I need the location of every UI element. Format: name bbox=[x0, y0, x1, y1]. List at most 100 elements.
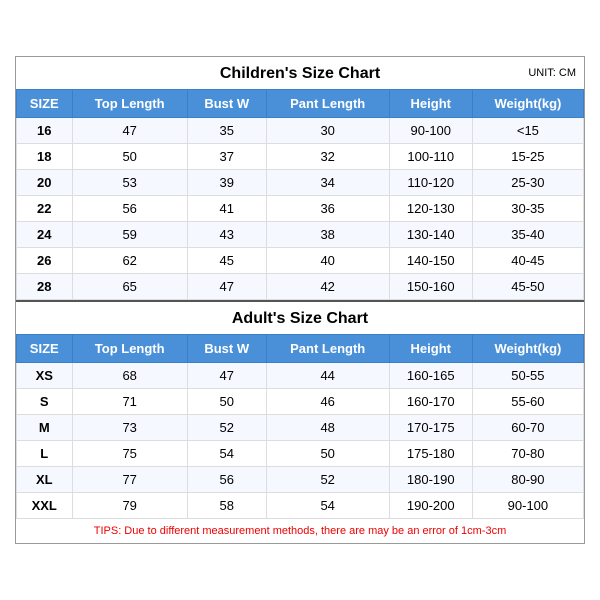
table-cell: 55-60 bbox=[472, 389, 583, 415]
table-cell: 40 bbox=[266, 248, 389, 274]
table-cell: 47 bbox=[72, 118, 187, 144]
unit-label: UNIT: CM bbox=[528, 67, 576, 79]
table-cell: M bbox=[17, 415, 73, 441]
table-cell: 15-25 bbox=[472, 144, 583, 170]
table-cell: 24 bbox=[17, 222, 73, 248]
table-cell: 160-170 bbox=[389, 389, 472, 415]
table-cell: 34 bbox=[266, 170, 389, 196]
adults-col-weight: Weight(kg) bbox=[472, 335, 583, 363]
table-cell: 50 bbox=[187, 389, 266, 415]
table-cell: 58 bbox=[187, 493, 266, 519]
adults-col-pantlength: Pant Length bbox=[266, 335, 389, 363]
table-cell: XL bbox=[17, 467, 73, 493]
table-cell: 20 bbox=[17, 170, 73, 196]
table-cell: 75 bbox=[72, 441, 187, 467]
table-cell: 50-55 bbox=[472, 363, 583, 389]
children-col-pantlength: Pant Length bbox=[266, 90, 389, 118]
children-col-bustw: Bust W bbox=[187, 90, 266, 118]
table-row: 20533934110-12025-30 bbox=[17, 170, 584, 196]
table-cell: 77 bbox=[72, 467, 187, 493]
table-cell: 65 bbox=[72, 274, 187, 300]
table-cell: 35 bbox=[187, 118, 266, 144]
table-cell: 42 bbox=[266, 274, 389, 300]
table-cell: 28 bbox=[17, 274, 73, 300]
adults-col-height: Height bbox=[389, 335, 472, 363]
table-cell: 36 bbox=[266, 196, 389, 222]
children-title: Children's Size Chart UNIT: CM bbox=[16, 57, 584, 89]
adults-col-size: SIZE bbox=[17, 335, 73, 363]
table-cell: 25-30 bbox=[472, 170, 583, 196]
table-cell: 110-120 bbox=[389, 170, 472, 196]
table-row: 1647353090-100<15 bbox=[17, 118, 584, 144]
table-cell: 56 bbox=[72, 196, 187, 222]
table-cell: XS bbox=[17, 363, 73, 389]
table-row: XL775652180-19080-90 bbox=[17, 467, 584, 493]
table-cell: 70-80 bbox=[472, 441, 583, 467]
table-cell: 44 bbox=[266, 363, 389, 389]
table-cell: 90-100 bbox=[472, 493, 583, 519]
table-cell: 47 bbox=[187, 274, 266, 300]
children-title-text: Children's Size Chart bbox=[220, 65, 380, 82]
table-cell: 41 bbox=[187, 196, 266, 222]
adults-title: Adult's Size Chart bbox=[16, 300, 584, 334]
children-col-height: Height bbox=[389, 90, 472, 118]
table-cell: 18 bbox=[17, 144, 73, 170]
children-header-row: SIZE Top Length Bust W Pant Length Heigh… bbox=[17, 90, 584, 118]
table-cell: 79 bbox=[72, 493, 187, 519]
size-chart: Children's Size Chart UNIT: CM SIZE Top … bbox=[15, 56, 585, 544]
tips-text: TIPS: Due to different measurement metho… bbox=[16, 519, 584, 543]
table-cell: 120-130 bbox=[389, 196, 472, 222]
table-cell: <15 bbox=[472, 118, 583, 144]
table-cell: 54 bbox=[187, 441, 266, 467]
adults-col-bustw: Bust W bbox=[187, 335, 266, 363]
table-cell: 50 bbox=[266, 441, 389, 467]
table-cell: 37 bbox=[187, 144, 266, 170]
table-row: L755450175-18070-80 bbox=[17, 441, 584, 467]
table-cell: 73 bbox=[72, 415, 187, 441]
table-row: 26624540140-15040-45 bbox=[17, 248, 584, 274]
children-col-weight: Weight(kg) bbox=[472, 90, 583, 118]
table-cell: 80-90 bbox=[472, 467, 583, 493]
table-cell: 68 bbox=[72, 363, 187, 389]
table-cell: 53 bbox=[72, 170, 187, 196]
table-cell: 54 bbox=[266, 493, 389, 519]
table-cell: 71 bbox=[72, 389, 187, 415]
table-cell: 170-175 bbox=[389, 415, 472, 441]
adults-title-text: Adult's Size Chart bbox=[232, 310, 368, 327]
table-cell: 35-40 bbox=[472, 222, 583, 248]
table-cell: 30-35 bbox=[472, 196, 583, 222]
table-cell: 46 bbox=[266, 389, 389, 415]
table-cell: 52 bbox=[187, 415, 266, 441]
table-row: XXL795854190-20090-100 bbox=[17, 493, 584, 519]
table-cell: 180-190 bbox=[389, 467, 472, 493]
table-cell: 30 bbox=[266, 118, 389, 144]
children-col-size: SIZE bbox=[17, 90, 73, 118]
table-cell: S bbox=[17, 389, 73, 415]
table-cell: 40-45 bbox=[472, 248, 583, 274]
table-row: 18503732100-11015-25 bbox=[17, 144, 584, 170]
table-cell: 45-50 bbox=[472, 274, 583, 300]
children-col-toplength: Top Length bbox=[72, 90, 187, 118]
table-cell: 130-140 bbox=[389, 222, 472, 248]
table-cell: 90-100 bbox=[389, 118, 472, 144]
table-cell: 62 bbox=[72, 248, 187, 274]
children-table: SIZE Top Length Bust W Pant Length Heigh… bbox=[16, 89, 584, 300]
table-cell: 47 bbox=[187, 363, 266, 389]
table-row: XS684744160-16550-55 bbox=[17, 363, 584, 389]
table-cell: 140-150 bbox=[389, 248, 472, 274]
table-cell: 26 bbox=[17, 248, 73, 274]
table-cell: 60-70 bbox=[472, 415, 583, 441]
table-cell: 52 bbox=[266, 467, 389, 493]
table-cell: 39 bbox=[187, 170, 266, 196]
table-row: 28654742150-16045-50 bbox=[17, 274, 584, 300]
table-cell: XXL bbox=[17, 493, 73, 519]
table-cell: 175-180 bbox=[389, 441, 472, 467]
table-row: M735248170-17560-70 bbox=[17, 415, 584, 441]
adults-header-row: SIZE Top Length Bust W Pant Length Heigh… bbox=[17, 335, 584, 363]
table-cell: 43 bbox=[187, 222, 266, 248]
table-row: 24594338130-14035-40 bbox=[17, 222, 584, 248]
table-cell: 160-165 bbox=[389, 363, 472, 389]
table-cell: 16 bbox=[17, 118, 73, 144]
table-cell: 45 bbox=[187, 248, 266, 274]
table-cell: 100-110 bbox=[389, 144, 472, 170]
